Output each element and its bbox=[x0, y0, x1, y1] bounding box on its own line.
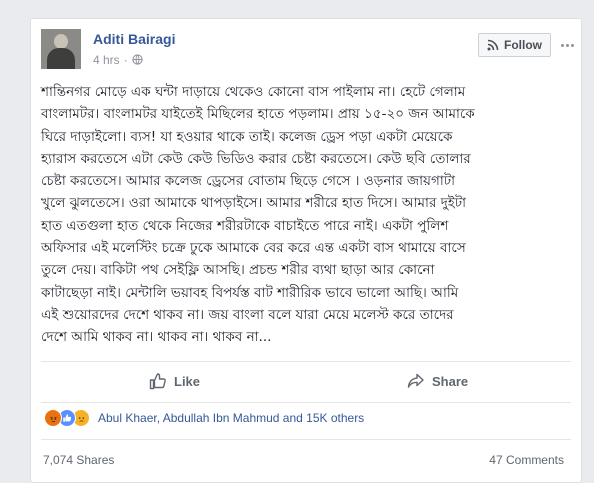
like-label: Like bbox=[174, 373, 201, 389]
divider bbox=[41, 361, 571, 362]
avatar-torso bbox=[47, 48, 75, 69]
menu-dot bbox=[560, 43, 564, 47]
angry-reaction-icon bbox=[44, 409, 62, 427]
thumbs-up-icon bbox=[149, 373, 166, 390]
post-line: দেশে আমি থাকব না। থাকব না। থাকব না... bbox=[41, 329, 272, 346]
post-header: Aditi Bairagi 4 hrs · Follow bbox=[41, 29, 574, 79]
post-line: হাত এতগুলা হাত থেকে নিজের শরীরটাকে বাচাই… bbox=[41, 217, 449, 234]
post-line: হ্যারাস করতেসে এটা কেউ কেউ ভিডিও করার চে… bbox=[41, 150, 471, 167]
avatar-head bbox=[54, 34, 68, 49]
like-button[interactable]: Like bbox=[149, 366, 200, 396]
share-arrow-icon bbox=[407, 373, 424, 388]
divider bbox=[41, 402, 571, 403]
menu-dot bbox=[570, 43, 574, 47]
meta-separator: · bbox=[123, 53, 128, 67]
post-card: Aditi Bairagi 4 hrs · Follow শান্তিনগর মো… bbox=[30, 18, 582, 483]
post-body: শান্তিনগর মোড়ে এক ঘন্টা দাড়ায়ে থেকেও … bbox=[41, 81, 571, 349]
post-line: কাটাছেড়া নাই। মেন্টালি ভয়াবহ বিপর্যস্ত… bbox=[41, 284, 459, 301]
divider bbox=[41, 439, 571, 440]
post-options-button[interactable] bbox=[559, 37, 575, 53]
reactions-summary[interactable]: Abul Khaer, Abdullah Ibn Mahmud and 15K … bbox=[44, 407, 364, 429]
post-line: অফিসার এই মলেস্টিং চক্রে ঢুকে আমাকে বের … bbox=[41, 240, 466, 257]
post-meta: 4 hrs · bbox=[93, 53, 143, 67]
post-line: এই শুয়োরদের দেশে থাকব না। জয় বাংলা বলে… bbox=[41, 306, 454, 323]
follow-button[interactable]: Follow bbox=[478, 33, 551, 57]
post-line: ঘিরে দাড়াইলো। ব্যস! যা হওয়ার থাকে তাই।… bbox=[41, 128, 453, 145]
reactors-text[interactable]: Abul Khaer, Abdullah Ibn Mahmud and 15K … bbox=[98, 411, 364, 425]
post-line: চেষ্টা করতেসে। আমার কলেজ ড্রেসের বোতাম ছ… bbox=[41, 173, 456, 190]
shares-count[interactable]: 7,074 Shares bbox=[43, 453, 114, 467]
follow-label: Follow bbox=[504, 38, 542, 52]
post-line: বাংলামটর। বাংলামটর যাইতেই মিছিলের হাতে প… bbox=[41, 106, 475, 123]
post-line: শান্তিনগর মোড়ে এক ঘন্টা দাড়ায়ে থেকেও … bbox=[41, 84, 466, 100]
share-button[interactable]: Share bbox=[407, 366, 468, 396]
comments-count[interactable]: 47 Comments bbox=[489, 453, 564, 467]
avatar[interactable] bbox=[41, 29, 81, 69]
post-line: খুলে ঝুলতেসে। ওরা আমাকে থাপড়াইসে। আমার … bbox=[41, 195, 467, 212]
globe-icon[interactable] bbox=[132, 54, 143, 65]
menu-dot bbox=[565, 43, 569, 47]
rss-icon bbox=[487, 39, 499, 51]
post-time[interactable]: 4 hrs bbox=[93, 53, 120, 67]
author-name[interactable]: Aditi Bairagi bbox=[93, 31, 175, 47]
post-line: তুলে দেয়। বাকিটা পথ সেইফ্লি আসছি। প্রচন… bbox=[41, 262, 435, 279]
share-label: Share bbox=[432, 373, 469, 389]
